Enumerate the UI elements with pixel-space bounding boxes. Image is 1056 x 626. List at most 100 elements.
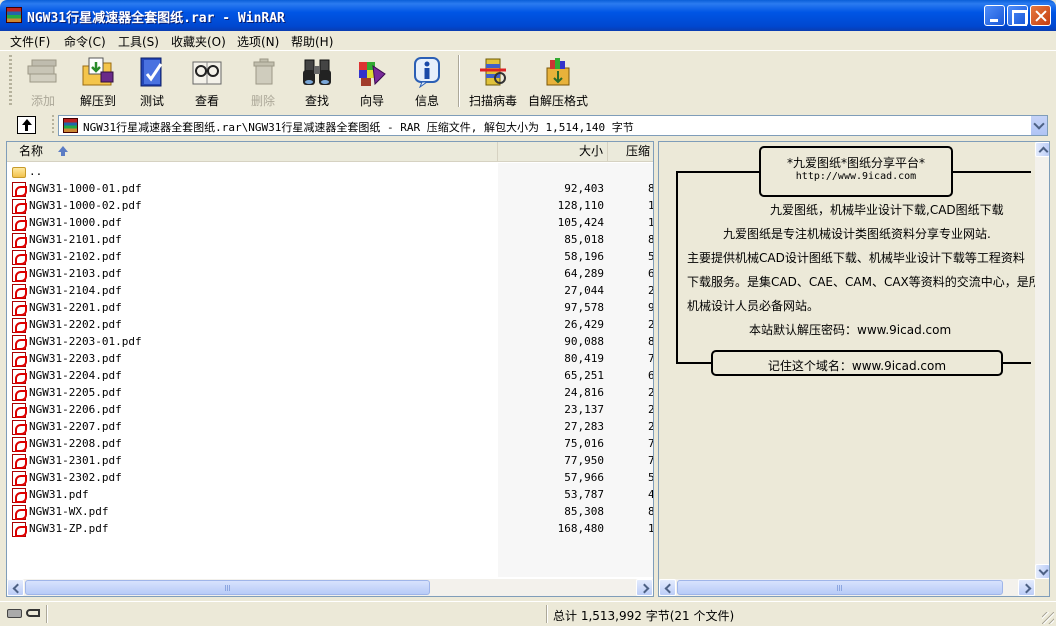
table-row[interactable]: NGW31-2203-01.pdf 90,088 8: [7, 334, 653, 351]
frame-line: [676, 171, 678, 364]
virus-scan-button[interactable]: 扫描病毒: [466, 54, 520, 108]
comment-horizontal-scrollbar[interactable]: [659, 579, 1035, 596]
scroll-right-button[interactable]: [636, 579, 653, 596]
address-dropdown-button[interactable]: [1030, 116, 1047, 135]
table-row[interactable]: ..: [7, 164, 653, 181]
up-folder-button[interactable]: [17, 116, 36, 134]
table-row[interactable]: NGW31-2204.pdf 65,251 6: [7, 368, 653, 385]
comment-box-title: *九爱图纸*图纸分享平台*: [786, 156, 925, 170]
comment-title-box: *九爱图纸*图纸分享平台* http://www.9icad.com: [759, 146, 953, 197]
title-bar[interactable]: NGW31行星减速器全套图纸.rar - WinRAR: [0, 0, 1056, 31]
table-row[interactable]: NGW31-2206.pdf 23,137 2: [7, 402, 653, 419]
file-name: NGW31-2104.pdf: [29, 284, 122, 297]
table-row[interactable]: NGW31-1000.pdf 105,424 10: [7, 215, 653, 232]
column-size-header[interactable]: 大小: [498, 142, 608, 161]
table-row[interactable]: NGW31.pdf 53,787 4: [7, 487, 653, 504]
close-button[interactable]: [1030, 5, 1051, 26]
scroll-thumb[interactable]: [25, 580, 430, 595]
info-button[interactable]: 信息: [404, 54, 450, 108]
drive-password-icon[interactable]: [7, 607, 41, 620]
sort-ascending-icon: [57, 146, 69, 158]
pdf-file-icon: [12, 437, 27, 452]
pdf-file-icon: [12, 522, 27, 537]
add-button[interactable]: 添加: [18, 54, 68, 108]
table-row[interactable]: NGW31-2103.pdf 64,289 6: [7, 266, 653, 283]
file-list-horizontal-scrollbar[interactable]: [7, 579, 653, 596]
file-packed: 6: [648, 369, 653, 382]
menu-help[interactable]: 帮助(H): [291, 33, 333, 50]
scroll-left-button[interactable]: [659, 579, 676, 596]
table-row[interactable]: NGW31-2208.pdf 75,016 7: [7, 436, 653, 453]
table-row[interactable]: NGW31-2202.pdf 26,429 2: [7, 317, 653, 334]
file-packed: 6: [648, 267, 653, 280]
file-list[interactable]: 名称 大小 压缩 .. NGW31-1000-01.pdf 92,403 8 NGW…: [6, 141, 654, 597]
extract-to-button[interactable]: 解压到: [74, 54, 122, 108]
window-title: NGW31行星减速器全套图纸.rar - WinRAR: [27, 11, 285, 26]
file-packed: 2: [648, 420, 653, 433]
delete-label: 删除: [250, 94, 275, 108]
table-row[interactable]: NGW31-WX.pdf 85,308 8: [7, 504, 653, 521]
file-size: 105,424: [557, 216, 604, 229]
extract-label: 解压到: [79, 94, 116, 108]
table-row[interactable]: NGW31-1000-02.pdf 128,110 12: [7, 198, 653, 215]
sfx-button[interactable]: 自解压格式: [526, 54, 590, 108]
view-button[interactable]: 查看: [182, 54, 232, 108]
table-row[interactable]: NGW31-2101.pdf 85,018 8: [7, 232, 653, 249]
column-size-label: 大小: [578, 144, 603, 158]
menu-commands[interactable]: 命令(C): [64, 33, 106, 50]
file-packed: 4: [648, 488, 653, 501]
test-button[interactable]: 测试: [128, 54, 176, 108]
file-size: 90,088: [564, 335, 604, 348]
menu-tools[interactable]: 工具(S): [118, 33, 159, 50]
menu-file[interactable]: 文件(F): [10, 33, 50, 50]
maximize-button[interactable]: [1007, 5, 1028, 26]
folder-up-icon: [12, 167, 26, 178]
table-row[interactable]: NGW31-2104.pdf 27,044 2: [7, 283, 653, 300]
column-packed-header[interactable]: 压缩: [608, 142, 653, 161]
table-row[interactable]: NGW31-1000-01.pdf 92,403 8: [7, 181, 653, 198]
resize-grip[interactable]: [1042, 612, 1054, 624]
file-size: 128,110: [557, 199, 604, 212]
menu-options[interactable]: 选项(N): [237, 33, 279, 50]
scroll-right-button[interactable]: [1018, 579, 1035, 596]
wizard-label: 向导: [359, 94, 384, 108]
find-button[interactable]: 查找: [292, 54, 342, 108]
comment-line-2: 九爱图纸是专注机械设计类图纸资料分享专业网站.: [723, 227, 991, 241]
file-name: NGW31-1000.pdf: [29, 216, 122, 229]
file-name: NGW31-2206.pdf: [29, 403, 122, 416]
toolbar-grip[interactable]: [9, 55, 12, 107]
table-row[interactable]: NGW31-2102.pdf 58,196 5: [7, 249, 653, 266]
delete-button[interactable]: 删除: [238, 54, 288, 108]
table-row[interactable]: NGW31-2301.pdf 77,950 7: [7, 453, 653, 470]
column-name-header[interactable]: 名称: [7, 142, 498, 161]
sfx-label: 自解压格式: [527, 94, 588, 108]
file-size: 77,950: [564, 454, 604, 467]
table-row[interactable]: NGW31-2207.pdf 27,283 2: [7, 419, 653, 436]
scroll-up-button[interactable]: [1035, 142, 1049, 157]
virus-scan-label: 扫描病毒: [468, 94, 517, 108]
scroll-down-button[interactable]: [1035, 564, 1049, 579]
table-row[interactable]: NGW31-2203.pdf 80,419 7: [7, 351, 653, 368]
file-packed: 10: [648, 216, 653, 229]
table-row[interactable]: NGW31-2302.pdf 57,966 5: [7, 470, 653, 487]
file-packed: 8: [648, 335, 653, 348]
file-name: NGW31-2208.pdf: [29, 437, 122, 450]
winrar-icon[interactable]: [6, 7, 22, 23]
address-combo[interactable]: NGW31行星减速器全套图纸.rar\NGW31行星减速器全套图纸 - RAR …: [58, 115, 1048, 136]
scroll-left-button[interactable]: [7, 579, 24, 596]
table-row[interactable]: NGW31-ZP.pdf 168,480 16: [7, 521, 653, 538]
comment-vertical-scrollbar[interactable]: [1035, 142, 1049, 579]
minimize-icon: [985, 6, 1004, 25]
file-size: 65,251: [564, 369, 604, 382]
table-row[interactable]: NGW31-2205.pdf 24,816 2: [7, 385, 653, 402]
minimize-button[interactable]: [984, 5, 1005, 26]
view-glasses-icon: [192, 61, 222, 85]
file-packed: 5: [648, 471, 653, 484]
table-row[interactable]: NGW31-2201.pdf 97,578 9: [7, 300, 653, 317]
wizard-button[interactable]: 向导: [346, 54, 398, 108]
scroll-thumb[interactable]: [677, 580, 1003, 595]
menu-favorites[interactable]: 收藏夹(O): [171, 33, 226, 50]
file-size: 64,289: [564, 267, 604, 280]
file-packed: 2: [648, 318, 653, 331]
address-grip: [52, 115, 54, 135]
